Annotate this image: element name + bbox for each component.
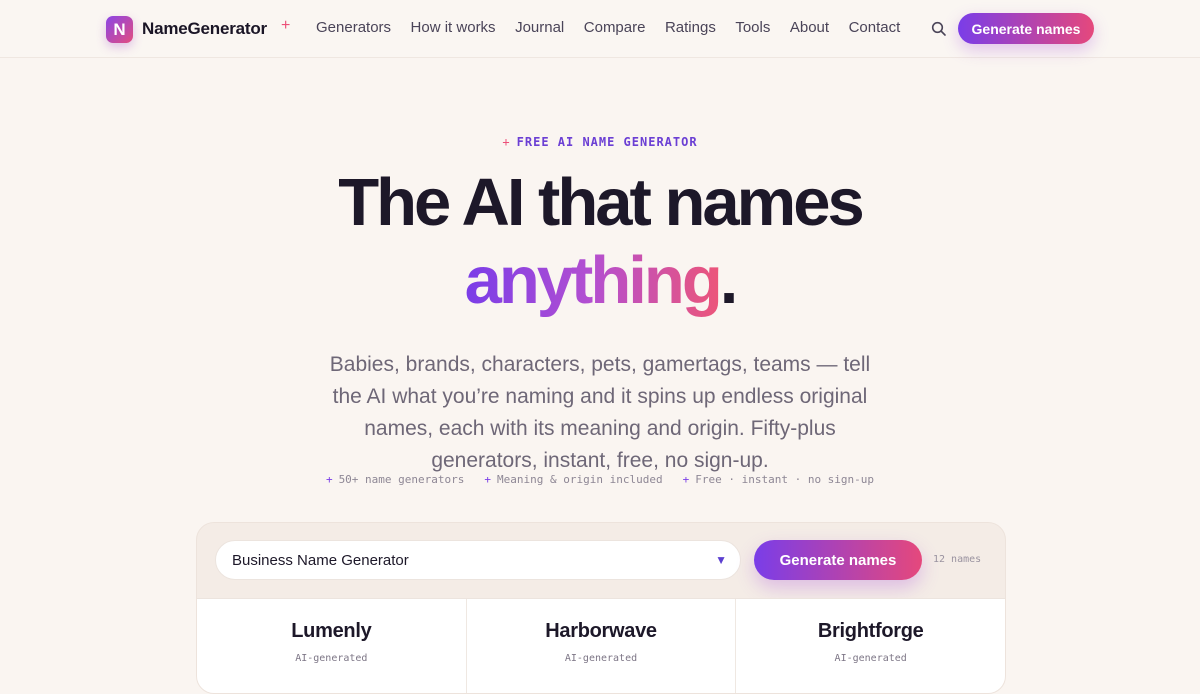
search-icon[interactable] xyxy=(931,21,947,37)
generator-select[interactable]: Business Name Generator ▼ xyxy=(215,540,741,580)
eyebrow-spark-icon: + xyxy=(502,135,511,149)
brand-name[interactable]: NameGenerator xyxy=(142,19,267,39)
hero-title-line2: anything. xyxy=(0,243,1200,319)
generator-select-value: Business Name Generator xyxy=(232,552,409,569)
results-grid: Lumenly AI-generated Harborwave AI-gener… xyxy=(197,598,1005,693)
feature-text: 50+ name generators xyxy=(338,473,465,486)
name-card-tag: AI-generated xyxy=(295,653,368,664)
logo-icon[interactable]: N xyxy=(106,16,133,43)
hero-lead: Babies, brands, characters, pets, gamert… xyxy=(329,353,871,472)
generator-panel: Business Name Generator ▼ Generate names… xyxy=(196,522,1006,694)
nav-generate-button[interactable]: Generate names xyxy=(958,13,1094,44)
name-card-tag: AI-generated xyxy=(834,653,907,664)
feature-spark-icon: + xyxy=(325,473,333,486)
hero-title-accent: anything xyxy=(464,243,723,318)
hero-eyebrow: + FREE AI NAME GENERATOR xyxy=(0,135,1200,149)
feature-item: + Free · instant · no sign-up xyxy=(683,473,874,486)
top-nav: N NameGenerator + Generators How it work… xyxy=(0,0,1200,58)
generate-names-button[interactable]: Generate names xyxy=(754,540,922,580)
name-card-title: Lumenly xyxy=(291,620,372,642)
name-card-title: Brightforge xyxy=(817,620,924,642)
chevron-down-icon: ▼ xyxy=(715,553,727,567)
hero-title-line1: The AI that names xyxy=(338,165,865,240)
feature-text: Free · instant · no sign-up xyxy=(695,473,875,486)
name-card[interactable]: Lumenly AI-generated xyxy=(197,599,467,693)
feature-spark-icon: + xyxy=(682,473,690,486)
nav-link-ratings[interactable]: Ratings xyxy=(665,19,716,36)
name-card[interactable]: Brightforge AI-generated xyxy=(736,599,1005,693)
eyebrow-text: FREE AI NAME GENERATOR xyxy=(516,135,698,149)
name-card[interactable]: Harborwave AI-generated xyxy=(467,599,737,693)
nav-link-about[interactable]: About xyxy=(790,19,829,36)
result-count: 12 names xyxy=(933,554,982,565)
brand-spark-icon: + xyxy=(281,17,291,34)
name-card-tag: AI-generated xyxy=(564,653,638,664)
feature-spark-icon: + xyxy=(484,473,492,486)
feature-item: +50+ name generators xyxy=(326,473,464,486)
nav-links: Generators How it works Journal Compare … xyxy=(316,19,920,36)
name-card-title: Harborwave xyxy=(545,620,657,642)
nav-link-generators[interactable]: Generators xyxy=(316,19,391,36)
feature-list: +50+ name generators + Meaning & origin i… xyxy=(0,473,1200,486)
feature-item: + Meaning & origin included xyxy=(484,473,662,486)
nav-link-contact[interactable]: Contact xyxy=(849,19,901,36)
nav-link-compare[interactable]: Compare xyxy=(584,19,646,36)
nav-link-journal[interactable]: Journal xyxy=(515,19,564,36)
nav-link-tools[interactable]: Tools xyxy=(735,19,770,36)
hero-title-period: . xyxy=(719,243,739,318)
feature-text: Meaning & origin included xyxy=(497,473,663,486)
nav-link-how-it-works[interactable]: How it works xyxy=(411,19,496,36)
